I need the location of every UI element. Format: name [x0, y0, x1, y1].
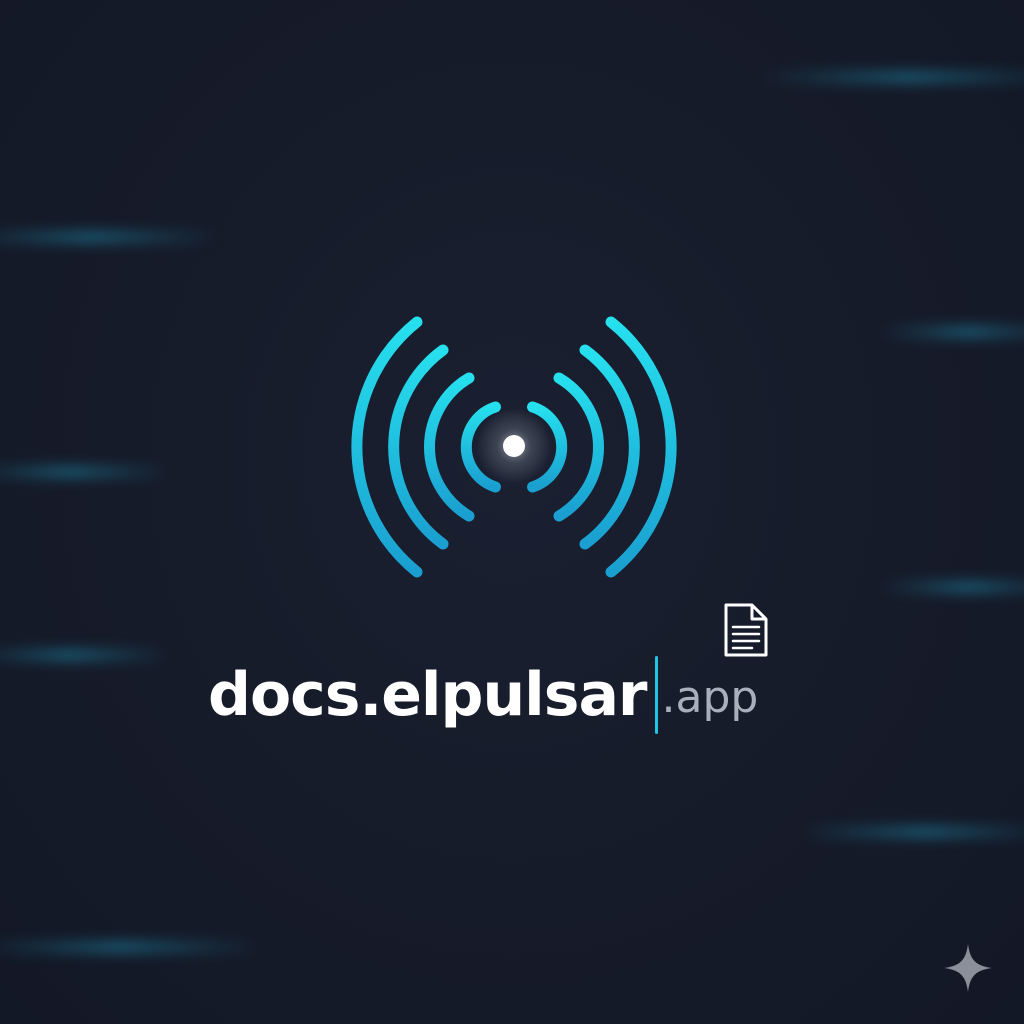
light-streak — [0, 940, 260, 954]
light-streak — [0, 648, 170, 662]
light-streak — [800, 825, 1024, 839]
signal-arc-right-3 — [579, 344, 640, 550]
splash-screen: docs.elpulsar .app — [0, 0, 1024, 1024]
domain-tld: .app — [661, 672, 759, 723]
signal-arc-left-4 — [351, 316, 423, 578]
light-streak — [880, 580, 1024, 594]
sparkle-icon — [944, 944, 992, 992]
wordmark: docs.elpulsar .app — [208, 655, 758, 735]
brand-name: docs.elpulsar — [208, 660, 648, 730]
light-streak — [0, 465, 170, 479]
center-dot — [503, 435, 525, 457]
light-streak — [0, 230, 220, 244]
pulse-signal-icon — [351, 316, 677, 578]
signal-arc-right-4 — [605, 316, 677, 578]
text-cursor-divider — [654, 656, 658, 734]
light-streak — [880, 325, 1024, 339]
document-icon — [724, 603, 768, 657]
signal-arc-left-3 — [388, 344, 449, 550]
light-streak — [760, 70, 1024, 84]
